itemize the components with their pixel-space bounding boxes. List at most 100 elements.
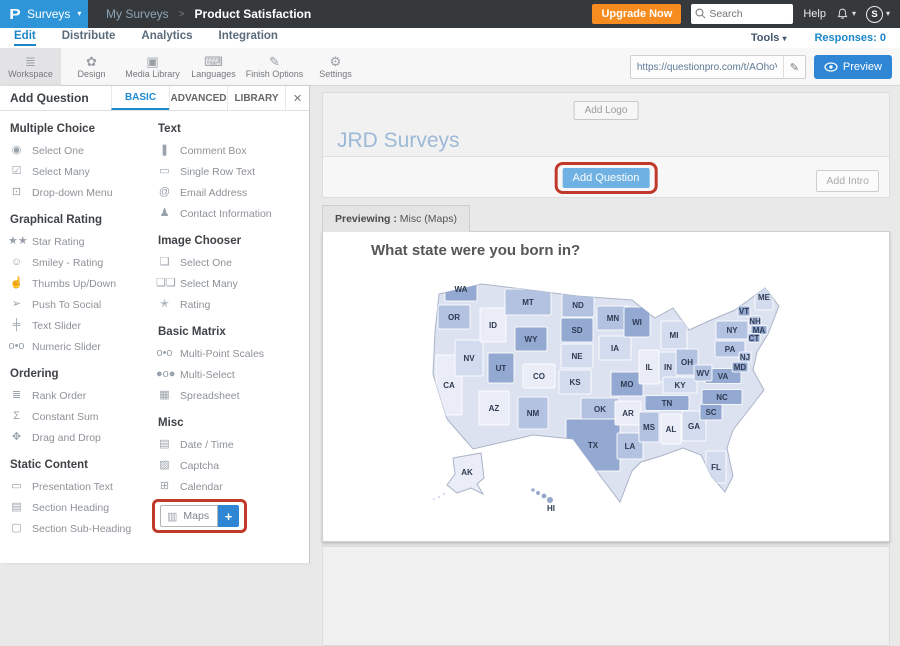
toolbar-item-label: Settings — [319, 69, 352, 79]
question-type-rank-order[interactable]: ≣Rank Order — [8, 385, 148, 406]
account-menu[interactable]: S ▾ — [866, 6, 890, 23]
state-hi[interactable] — [536, 491, 540, 495]
edit-url-pencil-icon[interactable]: ✎ — [783, 56, 805, 78]
state-label-sd: SD — [571, 326, 582, 335]
state-label-nh: NH — [749, 317, 761, 326]
question-type-select-many[interactable]: ❏❏Select Many — [156, 273, 301, 294]
question-type-label: Presentation Text — [32, 481, 113, 493]
nav-edit[interactable]: Edit — [14, 30, 36, 46]
nav-distribute[interactable]: Distribute — [62, 30, 116, 46]
tab-advanced[interactable]: ADVANCED — [169, 86, 227, 110]
state-hi[interactable] — [547, 497, 553, 503]
question-type-label: Star Rating — [32, 236, 85, 248]
question-type-smiley-rating[interactable]: ☺Smiley - Rating — [8, 252, 148, 273]
preview-button[interactable]: Preview — [814, 55, 892, 79]
question-type-maps[interactable]: ▥Maps — [160, 505, 218, 527]
toolbar-item-label: Languages — [191, 69, 236, 79]
question-type-select-many[interactable]: ☑Select Many — [8, 161, 148, 182]
question-type-calendar[interactable]: ⊞Calendar — [156, 476, 301, 497]
question-type-comment-box[interactable]: ❚Comment Box — [156, 140, 301, 161]
question-type-date-time[interactable]: ▤Date / Time — [156, 434, 301, 455]
question-type-thumbs-up-down[interactable]: ☝Thumbs Up/Down — [8, 273, 148, 294]
add-maps-question-button[interactable]: + — [218, 505, 239, 527]
add-question-row: Add Question Add Intro — [323, 156, 889, 197]
search-input[interactable] — [709, 4, 791, 24]
question-type-constant-sum[interactable]: ΣConstant Sum — [8, 406, 148, 427]
close-icon[interactable]: ✕ — [285, 86, 309, 110]
bell-icon — [836, 7, 849, 21]
question-type-select-one[interactable]: ❏Select One — [156, 252, 301, 273]
section-ordering: Ordering≣Rank OrderΣConstant Sum✥Drag an… — [8, 368, 148, 448]
survey-title[interactable]: JRD Surveys — [337, 129, 460, 153]
section-title: Text — [158, 123, 301, 135]
tab-basic[interactable]: BASIC — [111, 86, 169, 110]
state-label-pa: PA — [725, 345, 736, 354]
question-type-label: Section Heading — [32, 502, 109, 514]
state-label-vt: VT — [739, 307, 749, 316]
select-many-icon: ☑ — [8, 166, 25, 177]
tools-menu[interactable]: Tools ▾ — [751, 32, 787, 44]
question-type-rating[interactable]: ✭Rating — [156, 294, 301, 315]
select-one-icon: ◉ — [8, 145, 25, 156]
notifications-menu[interactable]: ▾ — [836, 7, 856, 21]
question-type-section-heading[interactable]: ▤ Section Heading — [8, 497, 148, 518]
question-type-drop-down-menu[interactable]: ⊡Drop-down Menu — [8, 182, 148, 203]
question-type-email-address[interactable]: @Email Address — [156, 182, 301, 203]
upgrade-now-button[interactable]: Upgrade Now — [592, 4, 681, 24]
state-label-md: MD — [734, 363, 747, 372]
question-type-select-one[interactable]: ◉Select One — [8, 140, 148, 161]
question-type-star-rating[interactable]: ★★Star Rating — [8, 231, 148, 252]
nav-analytics[interactable]: Analytics — [141, 30, 192, 46]
question-type-numeric-slider[interactable]: o•oNumeric Slider — [8, 336, 148, 357]
toolbar-settings[interactable]: ⚙Settings — [305, 48, 366, 86]
breadcrumb-root[interactable]: My Surveys — [106, 7, 169, 21]
survey-url-group: ✎ — [630, 55, 806, 79]
question-type-captcha[interactable]: ▨Captcha — [156, 455, 301, 476]
state-label-wv: WV — [697, 369, 711, 378]
section-title: Image Chooser — [158, 235, 301, 247]
previewing-tab: Previewing : Misc (Maps) — [322, 205, 470, 232]
state-label-va: VA — [718, 372, 729, 381]
presentation-text-icon: ▭ — [8, 481, 25, 492]
help-link[interactable]: Help — [803, 8, 826, 20]
section-multiple-choice: Multiple Choice◉Select One☑Select Many⊡D… — [8, 123, 148, 203]
question-type-label: Text Slider — [32, 320, 81, 332]
spreadsheet-icon: ▦ — [156, 390, 173, 401]
survey-canvas: Add Logo JRD Surveys Add Question Add In… — [310, 86, 900, 563]
responses-count[interactable]: Responses: 0 — [814, 32, 886, 44]
question-type-multi-select[interactable]: ●o●Multi-Select — [156, 364, 301, 385]
question-type-contact-information[interactable]: ♟Contact Information — [156, 203, 301, 224]
state-hi[interactable] — [542, 494, 546, 498]
question-type-drag-and-drop[interactable]: ✥Drag and Drop — [8, 427, 148, 448]
toolbar-design[interactable]: ✿Design — [61, 48, 122, 86]
question-type-text-slider[interactable]: ╪Text Slider — [8, 315, 148, 336]
state-label-wi: WI — [632, 318, 642, 327]
survey-url-input[interactable] — [631, 62, 783, 73]
toolbar-item-label: Media Library — [125, 69, 180, 79]
toolbar-finish-options[interactable]: ✎Finish Options — [244, 48, 305, 86]
product-switcher[interactable]: P Surveys ▾ — [0, 0, 88, 28]
global-search[interactable] — [691, 4, 793, 24]
question-type-presentation-text[interactable]: ▭ Presentation Text — [8, 476, 148, 497]
add-intro-button[interactable]: Add Intro — [816, 170, 879, 192]
section-heading-icon: ▤ — [8, 502, 25, 513]
tab-library[interactable]: LIBRARY — [227, 86, 285, 110]
question-type-spreadsheet[interactable]: ▦Spreadsheet — [156, 385, 301, 406]
state-hi[interactable] — [532, 489, 535, 492]
question-type-label: Comment Box — [180, 145, 247, 157]
toolbar-workspace[interactable]: ≣Workspace — [0, 48, 61, 86]
nav-integration[interactable]: Integration — [219, 30, 278, 46]
us-map[interactable]: WAORCANVIDMTWYUTCOAZNMNDSDNEKSOKTXMNIAMO… — [427, 278, 787, 527]
toolbar-languages[interactable]: ⌨Languages — [183, 48, 244, 86]
question-type-section-sub-heading[interactable]: ▢Section Sub-Heading — [8, 518, 148, 539]
state-label-ia: IA — [611, 344, 619, 353]
state-label-fl: FL — [711, 463, 721, 472]
toolbar-media-library[interactable]: ▣Media Library — [122, 48, 183, 86]
state-label-ks: KS — [569, 378, 581, 387]
add-logo-button[interactable]: Add Logo — [574, 101, 639, 120]
question-type-single-row-text[interactable]: ▭Single Row Text — [156, 161, 301, 182]
question-type-push-to-social[interactable]: ➢Push To Social — [8, 294, 148, 315]
question-type-multi-point-scales[interactable]: o•oMulti-Point Scales — [156, 343, 301, 364]
question-text: What state were you born in? — [371, 242, 580, 259]
add-question-button[interactable]: Add Question — [563, 168, 650, 188]
